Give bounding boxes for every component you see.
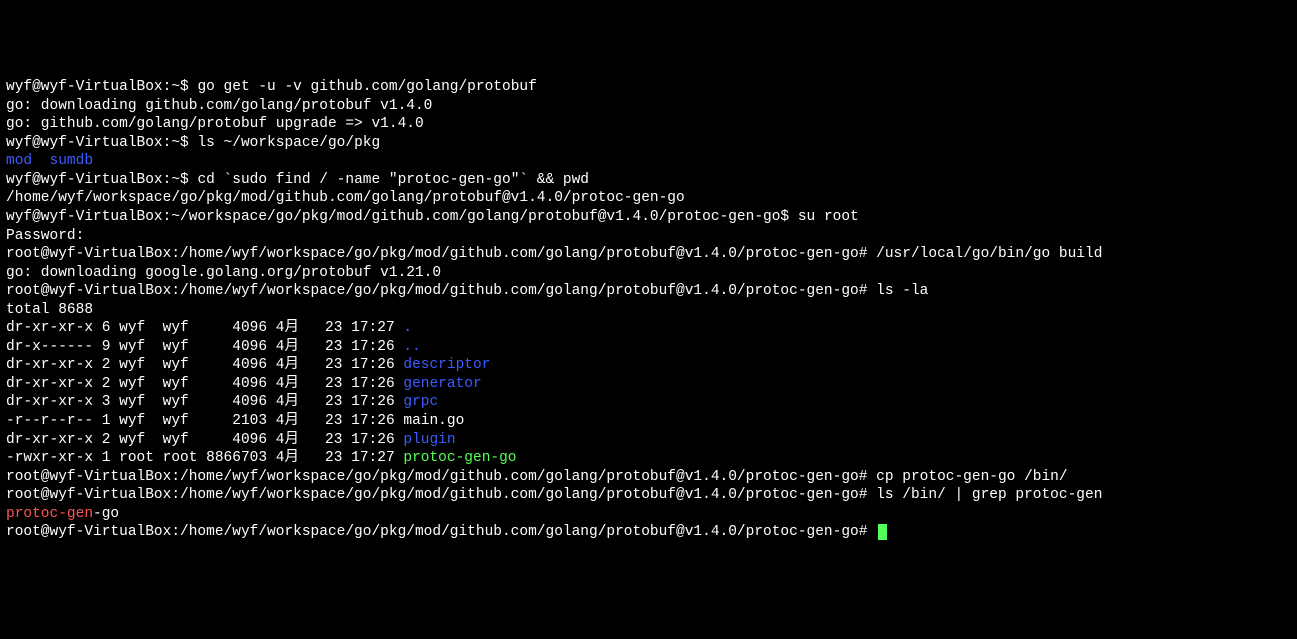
line-total: total 8688	[6, 301, 1291, 320]
ls-row-meta: dr-xr-xr-x 2 wyf wyf 4096 4月 23 17:26	[6, 376, 403, 392]
line-password-prompt: Password:	[6, 227, 1291, 246]
line-output: /home/wyf/workspace/go/pkg/mod/github.co…	[6, 189, 1291, 208]
prompt: root@wyf-VirtualBox:/home/wyf/workspace/…	[6, 283, 876, 299]
grep-suffix: -go	[93, 506, 119, 522]
line-cmd-su-root: wyf@wyf-VirtualBox:~/workspace/go/pkg/mo…	[6, 208, 1291, 227]
ls-row-name: main.go	[403, 413, 464, 429]
line-grep-output: protoc-gen-go	[6, 505, 1291, 524]
ls-row-name: generator	[403, 376, 481, 392]
ls-row-meta: dr-xr-xr-x 2 wyf wyf 4096 4月 23 17:26	[6, 432, 403, 448]
prompt: root@wyf-VirtualBox:/home/wyf/workspace/…	[6, 246, 876, 262]
pwd-output: /home/wyf/workspace/go/pkg/mod/github.co…	[6, 190, 685, 206]
line-cmd-cd-find: wyf@wyf-VirtualBox:~$ cd `sudo find / -n…	[6, 171, 1291, 190]
command: ls -la	[876, 283, 928, 299]
prompt: wyf@wyf-VirtualBox:~/workspace/go/pkg/mo…	[6, 209, 798, 225]
ls-row-meta: dr-xr-xr-x 2 wyf wyf 4096 4月 23 17:26	[6, 357, 403, 373]
line-ls-output: mod sumdb	[6, 152, 1291, 171]
prompt: wyf@wyf-VirtualBox:~$	[6, 172, 197, 188]
cursor[interactable]	[878, 524, 887, 540]
line-cmd-go-get: wyf@wyf-VirtualBox:~$ go get -u -v githu…	[6, 78, 1291, 97]
ls-row: dr-xr-xr-x 2 wyf wyf 4096 4月 23 17:26 pl…	[6, 431, 1291, 450]
command: su root	[798, 209, 859, 225]
terminal[interactable]: wyf@wyf-VirtualBox:~$ go get -u -v githu…	[6, 78, 1291, 542]
ls-row-name: plugin	[403, 432, 455, 448]
command: cp protoc-gen-go /bin/	[876, 469, 1067, 485]
line-cmd-ls-pkg: wyf@wyf-VirtualBox:~$ ls ~/workspace/go/…	[6, 134, 1291, 153]
dir-mod: mod	[6, 153, 32, 169]
ls-row-name: ..	[403, 339, 420, 355]
prompt: root@wyf-VirtualBox:/home/wyf/workspace/…	[6, 469, 876, 485]
command: ls ~/workspace/go/pkg	[197, 135, 380, 151]
prompt: wyf@wyf-VirtualBox:~$	[6, 135, 197, 151]
command: go get -u -v github.com/golang/protobuf	[197, 79, 536, 95]
ls-row-name: grpc	[403, 394, 438, 410]
ls-row: dr-xr-xr-x 3 wyf wyf 4096 4月 23 17:26 gr…	[6, 393, 1291, 412]
line-output: go: downloading google.golang.org/protob…	[6, 264, 1291, 283]
ls-row: dr-xr-xr-x 2 wyf wyf 4096 4月 23 17:26 de…	[6, 356, 1291, 375]
ls-row-meta: -rwxr-xr-x 1 root root 8866703 4月 23 17:…	[6, 450, 403, 466]
grep-match: protoc-gen	[6, 506, 93, 522]
line-cmd-go-build: root@wyf-VirtualBox:/home/wyf/workspace/…	[6, 245, 1291, 264]
output-text: go: downloading google.golang.org/protob…	[6, 265, 441, 281]
ls-row: dr-xr-xr-x 2 wyf wyf 4096 4月 23 17:26 ge…	[6, 375, 1291, 394]
ls-row-meta: dr-xr-xr-x 6 wyf wyf 4096 4月 23 17:27	[6, 320, 403, 336]
ls-row: dr-xr-xr-x 6 wyf wyf 4096 4月 23 17:27 .	[6, 319, 1291, 338]
ls-row: dr-x------ 9 wyf wyf 4096 4月 23 17:26 ..	[6, 338, 1291, 357]
prompt: wyf@wyf-VirtualBox:~$	[6, 79, 197, 95]
ls-row-meta: -r--r--r-- 1 wyf wyf 2103 4月 23 17:26	[6, 413, 403, 429]
total-text: total 8688	[6, 302, 93, 318]
ls-row-name: protoc-gen-go	[403, 450, 516, 466]
output-text: go: github.com/golang/protobuf upgrade =…	[6, 116, 424, 132]
spacer	[32, 153, 49, 169]
output-text: go: downloading github.com/golang/protob…	[6, 98, 432, 114]
ls-row-name: .	[403, 320, 412, 336]
command: cd `sudo find / -name "protoc-gen-go"` &…	[197, 172, 589, 188]
ls-row: -rwxr-xr-x 1 root root 8866703 4月 23 17:…	[6, 449, 1291, 468]
line-prompt-current: root@wyf-VirtualBox:/home/wyf/workspace/…	[6, 523, 1291, 542]
password-label: Password:	[6, 228, 84, 244]
command: /usr/local/go/bin/go build	[876, 246, 1102, 262]
line-cmd-ls-grep: root@wyf-VirtualBox:/home/wyf/workspace/…	[6, 486, 1291, 505]
ls-row-meta: dr-x------ 9 wyf wyf 4096 4月 23 17:26	[6, 339, 403, 355]
ls-row-name: descriptor	[403, 357, 490, 373]
prompt: root@wyf-VirtualBox:/home/wyf/workspace/…	[6, 524, 876, 540]
line-output: go: github.com/golang/protobuf upgrade =…	[6, 115, 1291, 134]
line-cmd-cp: root@wyf-VirtualBox:/home/wyf/workspace/…	[6, 468, 1291, 487]
line-cmd-ls-la: root@wyf-VirtualBox:/home/wyf/workspace/…	[6, 282, 1291, 301]
line-output: go: downloading github.com/golang/protob…	[6, 97, 1291, 116]
dir-sumdb: sumdb	[50, 153, 94, 169]
ls-row-meta: dr-xr-xr-x 3 wyf wyf 4096 4月 23 17:26	[6, 394, 403, 410]
ls-row: -r--r--r-- 1 wyf wyf 2103 4月 23 17:26 ma…	[6, 412, 1291, 431]
